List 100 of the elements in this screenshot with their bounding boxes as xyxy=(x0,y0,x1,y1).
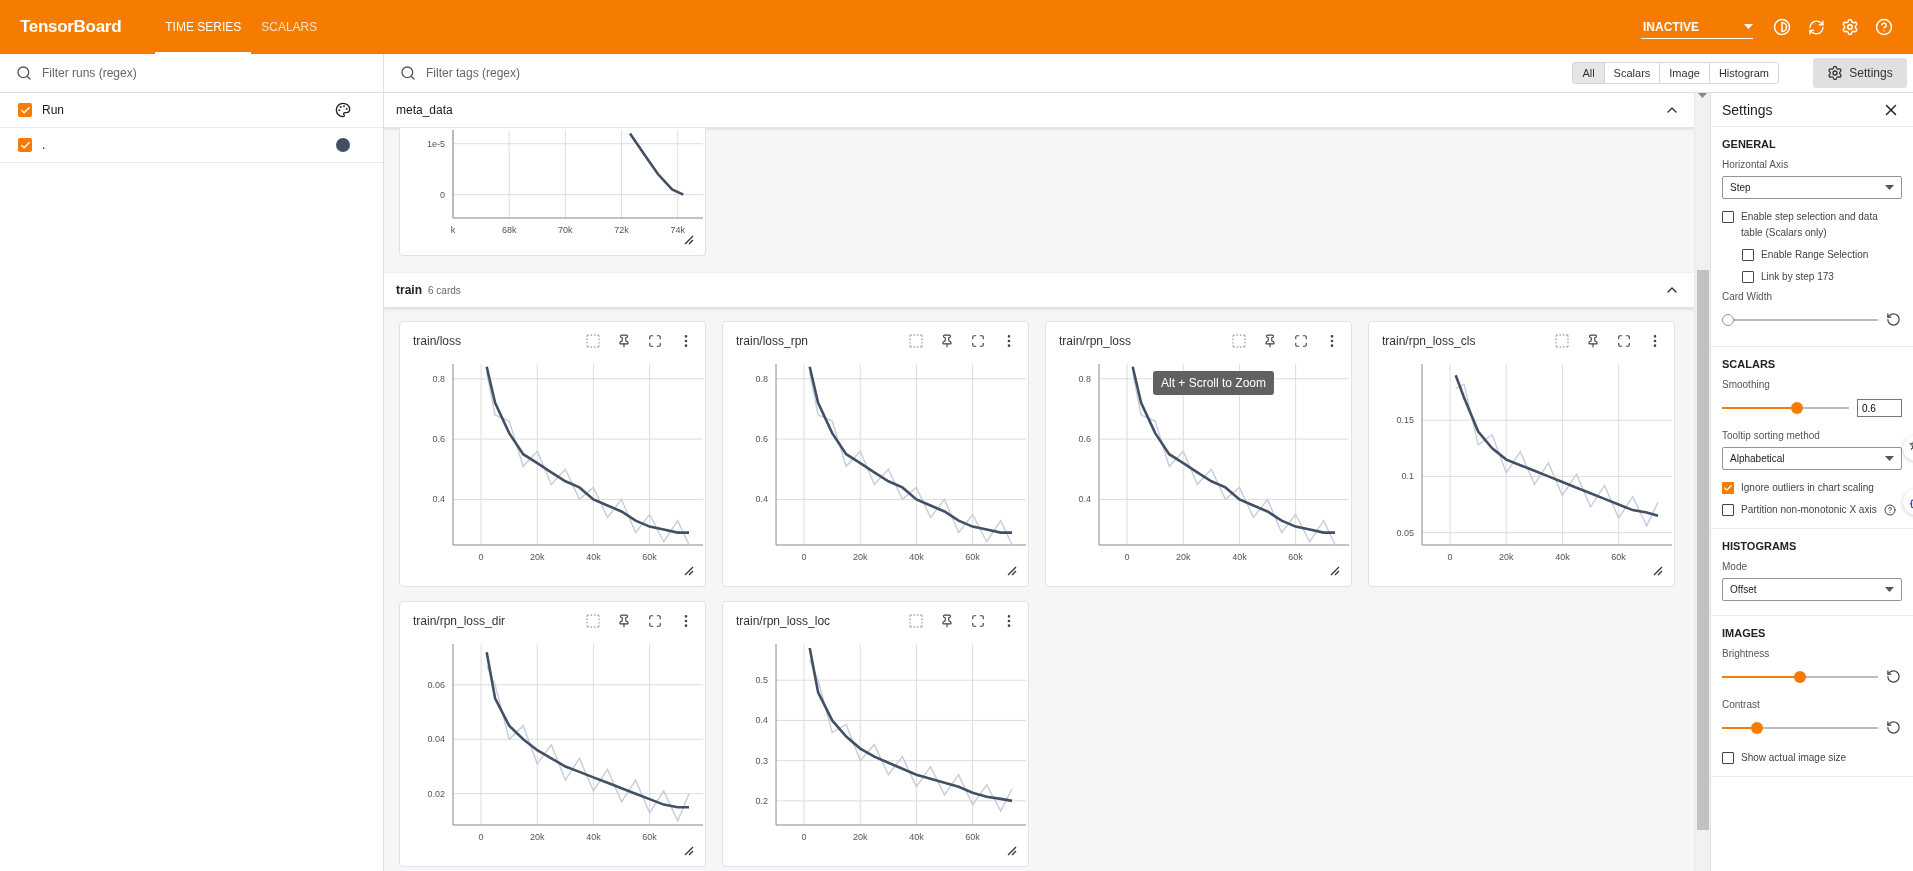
field-label: Smoothing xyxy=(1722,379,1771,390)
card-count: 6 cards xyxy=(428,284,461,296)
axis-tick-label: 0.4 xyxy=(755,494,768,505)
axis-tick-label: 0 xyxy=(478,832,484,842)
axis-tick-label: 0.5 xyxy=(755,675,768,686)
caret-icon xyxy=(1885,185,1894,190)
axis-tick-label: 0 xyxy=(1124,552,1130,562)
palette-icon[interactable] xyxy=(335,102,351,118)
search-icon xyxy=(16,65,32,81)
card-title: train/rpn_loss_loc xyxy=(736,614,832,628)
card-title: train/loss_rpn xyxy=(736,334,810,348)
axis-tick-label: 68k xyxy=(501,225,517,235)
axis-tick-label: 0 xyxy=(801,832,807,842)
help-icon xyxy=(1875,18,1893,36)
axis-tick-label: 0.05 xyxy=(1396,527,1414,538)
checkbox[interactable] xyxy=(18,103,32,117)
type-filter-button[interactable]: All xyxy=(1573,63,1604,83)
card-title: train/rpn_loss_dir xyxy=(413,614,507,628)
help-icon[interactable] xyxy=(1883,504,1896,516)
field-label: Contrast xyxy=(1722,699,1761,710)
axis-tick-label: 0.3 xyxy=(755,755,768,766)
resize-handle-icon[interactable] xyxy=(684,846,694,856)
section-heading: SCALARS xyxy=(1722,358,1777,370)
section-heading: GENERAL xyxy=(1722,138,1777,150)
slider-thumb[interactable] xyxy=(1750,722,1763,734)
resize-handle-icon[interactable] xyxy=(1653,566,1663,576)
dashed-square-icon xyxy=(585,333,601,349)
axis-tick-label: 0.8 xyxy=(755,373,768,384)
checkbox[interactable] xyxy=(18,138,32,152)
dashed-square-icon xyxy=(908,333,924,349)
reset-button[interactable] xyxy=(1886,312,1902,328)
pin-icon xyxy=(617,614,631,628)
zoom-tooltip: Alt + Scroll to Zoom xyxy=(1153,371,1275,395)
axis-tick-label: 0.6 xyxy=(755,434,768,445)
reset-button[interactable] xyxy=(1886,669,1902,685)
caret-icon xyxy=(1885,456,1894,461)
field-label: Card Width xyxy=(1722,291,1773,302)
smoothed-data-line xyxy=(628,132,684,196)
axis-tick-label: 40k xyxy=(586,552,601,562)
check-icon xyxy=(19,104,31,116)
run-filter-field[interactable]: Filter runs (regex) xyxy=(40,65,280,81)
field-label: Horizontal Axis xyxy=(1722,159,1790,170)
dropdown[interactable]: Step xyxy=(1722,176,1902,199)
axis-tick-label: k xyxy=(450,225,456,235)
type-filter-button[interactable]: Histogram xyxy=(1708,63,1778,83)
axis-tick-label: 60k xyxy=(642,552,657,562)
slider-thumb[interactable] xyxy=(1722,314,1734,326)
checkbox-label: Enable step selection and data table (Scalars only) xyxy=(1741,210,1879,240)
axis-tick-label: 60k xyxy=(965,832,980,842)
resize-handle-icon[interactable] xyxy=(684,566,694,576)
axis-tick-label: 0.04 xyxy=(427,734,445,745)
checkbox[interactable] xyxy=(1742,271,1754,283)
scrollbar-thumb[interactable] xyxy=(1696,270,1709,830)
group-name: train xyxy=(396,283,422,297)
axis-tick-label: 0 xyxy=(801,552,807,562)
reset-button[interactable] xyxy=(1886,720,1902,736)
run-label: . xyxy=(42,138,47,152)
axis-tick-label: 20k xyxy=(853,552,868,562)
axis-tick-label: 60k xyxy=(642,832,657,842)
dashed-square-icon xyxy=(585,613,601,629)
check-icon xyxy=(1723,483,1733,493)
contrast-icon xyxy=(1773,18,1791,36)
checkbox[interactable] xyxy=(1722,211,1734,223)
axis-tick-label: 40k xyxy=(1555,552,1570,562)
fullscreen-icon xyxy=(1294,334,1308,348)
run-color-dot[interactable] xyxy=(336,138,350,152)
tag-filter-field[interactable]: Filter tags (regex) xyxy=(424,65,664,81)
pin-icon xyxy=(940,614,954,628)
pin-icon xyxy=(940,334,954,348)
checkbox[interactable] xyxy=(1742,249,1754,261)
pin-icon xyxy=(617,334,631,348)
app-title: TensorBoard xyxy=(20,17,122,37)
checkbox[interactable] xyxy=(1722,504,1734,516)
resize-handle-icon[interactable] xyxy=(684,235,694,245)
fullscreen-icon xyxy=(971,334,985,348)
checkbox[interactable] xyxy=(1722,752,1734,764)
axis-tick-label: 60k xyxy=(1611,552,1626,562)
settings-icon xyxy=(1827,65,1844,81)
axis-tick-label: 0.8 xyxy=(1078,373,1091,384)
caret-icon xyxy=(1744,24,1753,29)
dropdown[interactable]: Alphabetical xyxy=(1722,447,1902,470)
checkbox-label: Ignore outliers in chart scaling xyxy=(1741,481,1874,495)
axis-tick-label: 0.6 xyxy=(1078,434,1091,445)
caret-icon xyxy=(1885,587,1894,592)
dashed-square-icon xyxy=(1554,333,1570,349)
resize-handle-icon[interactable] xyxy=(1330,566,1340,576)
checkbox[interactable] xyxy=(1722,482,1734,494)
dropdown[interactable]: Offset xyxy=(1722,578,1902,601)
slider-thumb[interactable] xyxy=(1794,671,1806,683)
settings-toggle-button[interactable]: Settings xyxy=(1813,58,1907,88)
axis-tick-label: 20k xyxy=(530,552,545,562)
slider-thumb[interactable] xyxy=(1791,402,1803,414)
resize-handle-icon[interactable] xyxy=(1007,566,1017,576)
resize-handle-icon[interactable] xyxy=(1007,846,1017,856)
fullscreen-icon xyxy=(971,614,985,628)
axis-tick-label: 0.15 xyxy=(1396,415,1414,426)
scrollbar[interactable] xyxy=(1694,93,1710,871)
field-label: Tooltip sorting method xyxy=(1722,430,1821,441)
checkbox-label: Partition non-monotonic X axis xyxy=(1741,503,1877,517)
number-field[interactable]: 0.6 xyxy=(1857,399,1902,417)
